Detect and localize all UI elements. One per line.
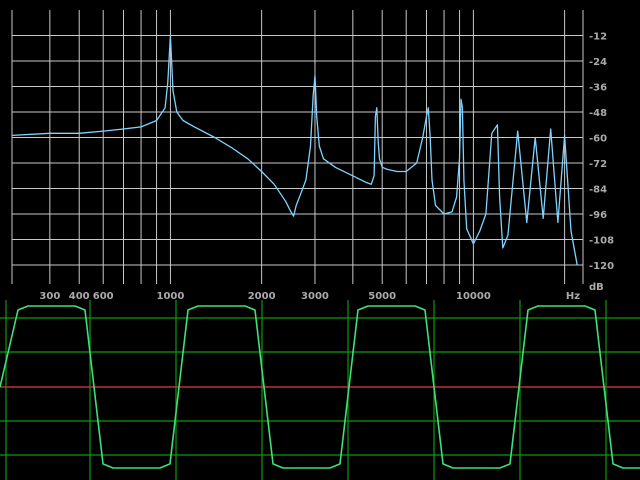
oscilloscope-panel [0,300,640,480]
spectrum-analyzer-panel: -12 -24 -36 -48 -60 -72 -84 -96 -108 -120 dB 300 400… [11,10,614,300]
spectrum-x-tick-label: 300 [39,291,60,300]
audio-analyzer-app: -12 -24 -36 -48 -60 -72 -84 -96 -108 -120 dB 300 400… [0,0,640,480]
spectrum-y-tick-label: -84 [589,185,607,196]
spectrum-y-tick-label: -120 [589,261,614,272]
spectrum-x-unit: Hz [566,291,580,300]
spectrum-y-unit: dB [589,282,604,293]
spectrum-y-tick-label: -108 [589,236,614,247]
spectrum-x-tick-label: 10000 [456,291,491,300]
spectrum-y-tick-label: -96 [589,210,607,221]
spectrum-y-tick-label: -48 [589,108,607,119]
spectrum-x-tick-label: 400 [69,291,90,300]
spectrum-y-tick-label: -12 [589,32,607,43]
spectrum-y-tick-label: -36 [589,83,607,94]
spectrum-x-tick-label: 2000 [248,291,276,300]
spectrum-x-tick-label: 600 [93,291,114,300]
spectrum-y-tick-label: -24 [589,57,607,68]
spectrum-x-tick-label: 3000 [301,291,329,300]
spectrum-x-tick-label: 1000 [157,291,185,300]
spectrum-x-tick-label: 5000 [368,291,396,300]
spectrum-y-tick-label: -72 [589,159,607,170]
spectrum-trace-0 [11,34,578,266]
spectrum-y-tick-label: -60 [589,134,607,145]
